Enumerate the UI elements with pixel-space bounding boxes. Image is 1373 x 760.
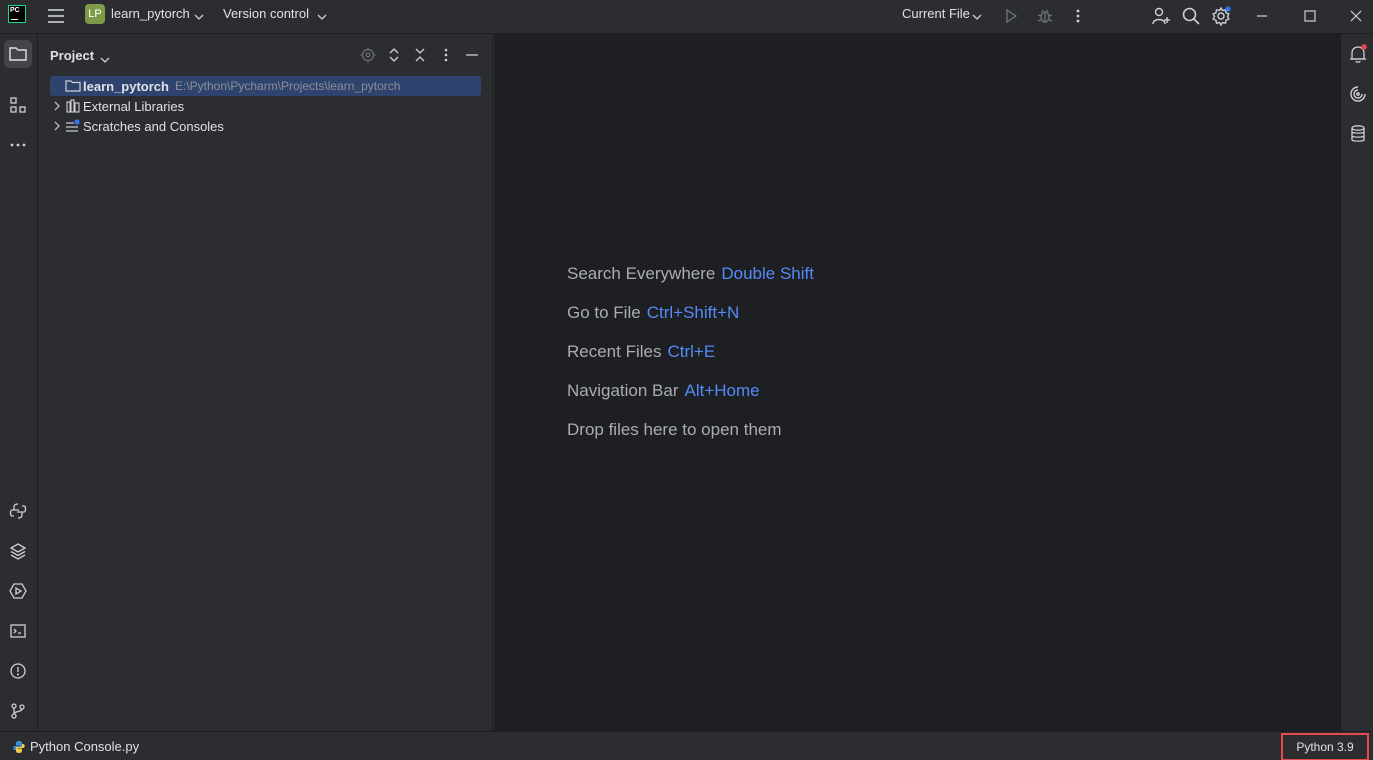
- settings-icon[interactable]: [1209, 4, 1233, 28]
- tree-item-label: External Libraries: [83, 98, 185, 114]
- notifications-icon[interactable]: [1347, 43, 1369, 65]
- hint-recent-files: Recent Files Ctrl+E: [567, 342, 716, 361]
- tree-item-scratches[interactable]: Scratches and Consoles: [50, 116, 481, 136]
- tree-item-path: E:\Python\Pycharm\Projects\learn_pytorch: [174, 79, 401, 93]
- main-menu-icon[interactable]: [46, 6, 66, 26]
- editor-area[interactable]: Search Everywhere Double Shift Go to File…: [494, 34, 1340, 731]
- structure-icon[interactable]: [4, 91, 32, 119]
- minimize-icon[interactable]: [1250, 4, 1274, 28]
- run-configuration-select[interactable]: Current File: [902, 6, 970, 21]
- python-file-icon: [13, 740, 25, 753]
- project-panel: Project learn_pytorch E:\Python\Pycharm\…: [38, 34, 493, 731]
- services-icon[interactable]: [4, 577, 32, 605]
- python-interpreter-widget[interactable]: Python 3.9: [1281, 733, 1369, 760]
- hint-go-to-file: Go to File Ctrl+Shift+N: [567, 303, 740, 322]
- tree-item-label: learn_pytorch: [83, 78, 169, 94]
- chevron-right-icon[interactable]: [50, 96, 64, 116]
- add-user-icon[interactable]: [1149, 4, 1173, 28]
- version-control-menu[interactable]: Version control: [223, 6, 309, 21]
- ai-assistant-icon[interactable]: [1347, 83, 1369, 105]
- hint-navigation-bar: Navigation Bar Alt+Home: [567, 381, 760, 400]
- expand-all-icon[interactable]: [384, 45, 404, 65]
- chevron-down-icon[interactable]: [194, 9, 204, 24]
- hint-search-everywhere: Search Everywhere Double Shift: [567, 264, 814, 283]
- shortcut-label: Ctrl+Shift+N: [646, 303, 740, 322]
- chevron-right-icon[interactable]: [50, 116, 64, 136]
- options-icon[interactable]: [436, 45, 456, 65]
- chevron-down-icon[interactable]: [972, 9, 982, 24]
- pycharm-logo-icon: PC: [8, 5, 26, 23]
- project-name[interactable]: learn_pytorch: [111, 6, 190, 21]
- tree-item-label: Scratches and Consoles: [83, 118, 224, 134]
- status-bar: Python Console.py Python 3.9: [0, 731, 1373, 760]
- hint-drop-files: Drop files here to open them: [567, 420, 782, 439]
- layers-icon[interactable]: [4, 537, 32, 565]
- tree-item-external-libraries[interactable]: External Libraries: [50, 96, 481, 116]
- maximize-icon[interactable]: [1298, 4, 1322, 28]
- panel-title[interactable]: Project: [50, 48, 94, 63]
- more-tools-icon[interactable]: [4, 131, 32, 159]
- run-icon[interactable]: [999, 4, 1023, 28]
- collapse-all-icon[interactable]: [410, 45, 430, 65]
- scratches-icon: [64, 116, 82, 136]
- project-folder-icon[interactable]: [4, 40, 32, 68]
- project-badge[interactable]: LP: [85, 4, 105, 24]
- terminal-icon[interactable]: [4, 617, 32, 645]
- more-icon[interactable]: [1066, 4, 1090, 28]
- shortcut-label: Ctrl+E: [667, 342, 716, 361]
- tree-item-project-root[interactable]: learn_pytorch E:\Python\Pycharm\Projects…: [50, 76, 481, 96]
- debug-icon[interactable]: [1033, 4, 1057, 28]
- shortcut-label: Double Shift: [721, 264, 814, 283]
- right-tool-stripe: [1340, 34, 1373, 731]
- problems-icon[interactable]: [4, 657, 32, 685]
- chevron-down-icon[interactable]: [317, 9, 327, 24]
- chevron-down-icon[interactable]: [100, 52, 110, 67]
- status-file-label: Python Console.py: [30, 739, 140, 754]
- locate-icon[interactable]: [358, 45, 378, 65]
- status-file[interactable]: Python Console.py: [12, 739, 139, 754]
- hide-panel-icon[interactable]: [462, 45, 482, 65]
- folder-icon: [64, 76, 82, 96]
- title-bar: PC LP learn_pytorch Version control Curr…: [0, 0, 1373, 34]
- search-icon[interactable]: [1179, 4, 1203, 28]
- shortcut-label: Alt+Home: [684, 381, 760, 400]
- database-icon[interactable]: [1347, 123, 1369, 145]
- python-packages-icon[interactable]: [4, 497, 32, 525]
- close-icon[interactable]: [1344, 4, 1368, 28]
- left-tool-stripe: [0, 34, 38, 731]
- git-icon[interactable]: [4, 697, 32, 725]
- library-icon: [64, 96, 82, 116]
